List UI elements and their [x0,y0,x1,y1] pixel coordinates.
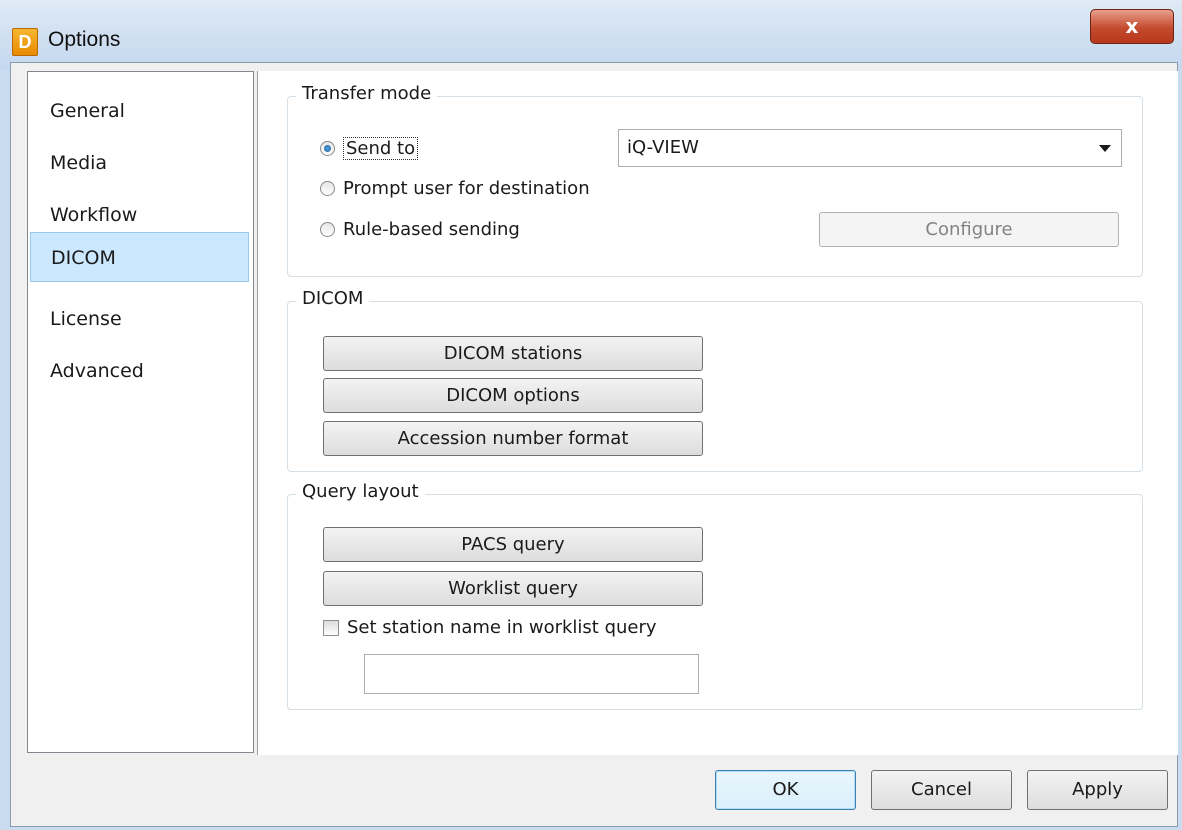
accession-number-format-button[interactable]: Accession number format [323,421,703,456]
cancel-button[interactable]: Cancel [871,770,1012,810]
sidebar-item-general[interactable]: General [30,86,249,136]
rule-based-radio-button[interactable] [320,222,335,237]
transfer-mode-group-label: Transfer mode [296,83,438,104]
prompt-user-radio[interactable]: Prompt user for destination [320,178,590,199]
apply-button[interactable]: Apply [1027,770,1168,810]
destination-dropdown[interactable]: iQ-VIEW [618,129,1122,167]
station-name-checkbox-row[interactable]: Set station name in worklist query [323,617,657,638]
station-name-input[interactable] [364,654,699,694]
dicom-options-button[interactable]: DICOM options [323,378,703,413]
prompt-user-label: Prompt user for destination [343,178,590,199]
close-icon: x [1125,14,1139,38]
send-to-label: Send to [343,137,419,160]
window-title: Options [48,28,121,51]
send-to-radio-button[interactable] [320,141,335,156]
pacs-query-button[interactable]: PACS query [323,527,703,562]
chevron-down-icon[interactable] [1099,145,1111,152]
options-dialog: D Options x General Media Workflow DICOM… [0,0,1182,830]
dicom-stations-button[interactable]: DICOM stations [323,336,703,371]
close-button[interactable]: x [1090,9,1174,44]
worklist-query-button[interactable]: Worklist query [323,571,703,606]
station-name-checkbox[interactable] [323,619,339,636]
sidebar-item-dicom[interactable]: DICOM [30,232,249,282]
title-bar[interactable]: D Options x [0,0,1182,70]
query-layout-group-label: Query layout [296,481,425,502]
category-list: General Media Workflow DICOM License Adv… [27,71,254,753]
send-to-radio[interactable]: Send to [320,137,419,160]
transfer-mode-group: Transfer mode Send to iQ-VIEW Prompt use… [287,83,1143,277]
app-icon: D [12,28,38,56]
ok-button[interactable]: OK [715,770,856,810]
sidebar-item-media[interactable]: Media [30,138,249,188]
rule-based-label: Rule-based sending [343,219,520,240]
dicom-group: DICOM DICOM stations DICOM options Acces… [287,288,1143,472]
query-layout-group: Query layout PACS query Worklist query S… [287,481,1143,710]
dialog-client-area: General Media Workflow DICOM License Adv… [10,62,1178,827]
configure-button[interactable]: Configure [819,212,1119,247]
sidebar-item-license[interactable]: License [30,294,249,344]
dicom-group-label: DICOM [296,288,370,309]
station-name-checkbox-label: Set station name in worklist query [347,617,657,638]
destination-value: iQ-VIEW [627,137,699,158]
sidebar-item-advanced[interactable]: Advanced [30,346,249,396]
rule-based-radio[interactable]: Rule-based sending [320,219,520,240]
settings-panel: Transfer mode Send to iQ-VIEW Prompt use… [257,71,1178,755]
prompt-user-radio-button[interactable] [320,181,335,196]
